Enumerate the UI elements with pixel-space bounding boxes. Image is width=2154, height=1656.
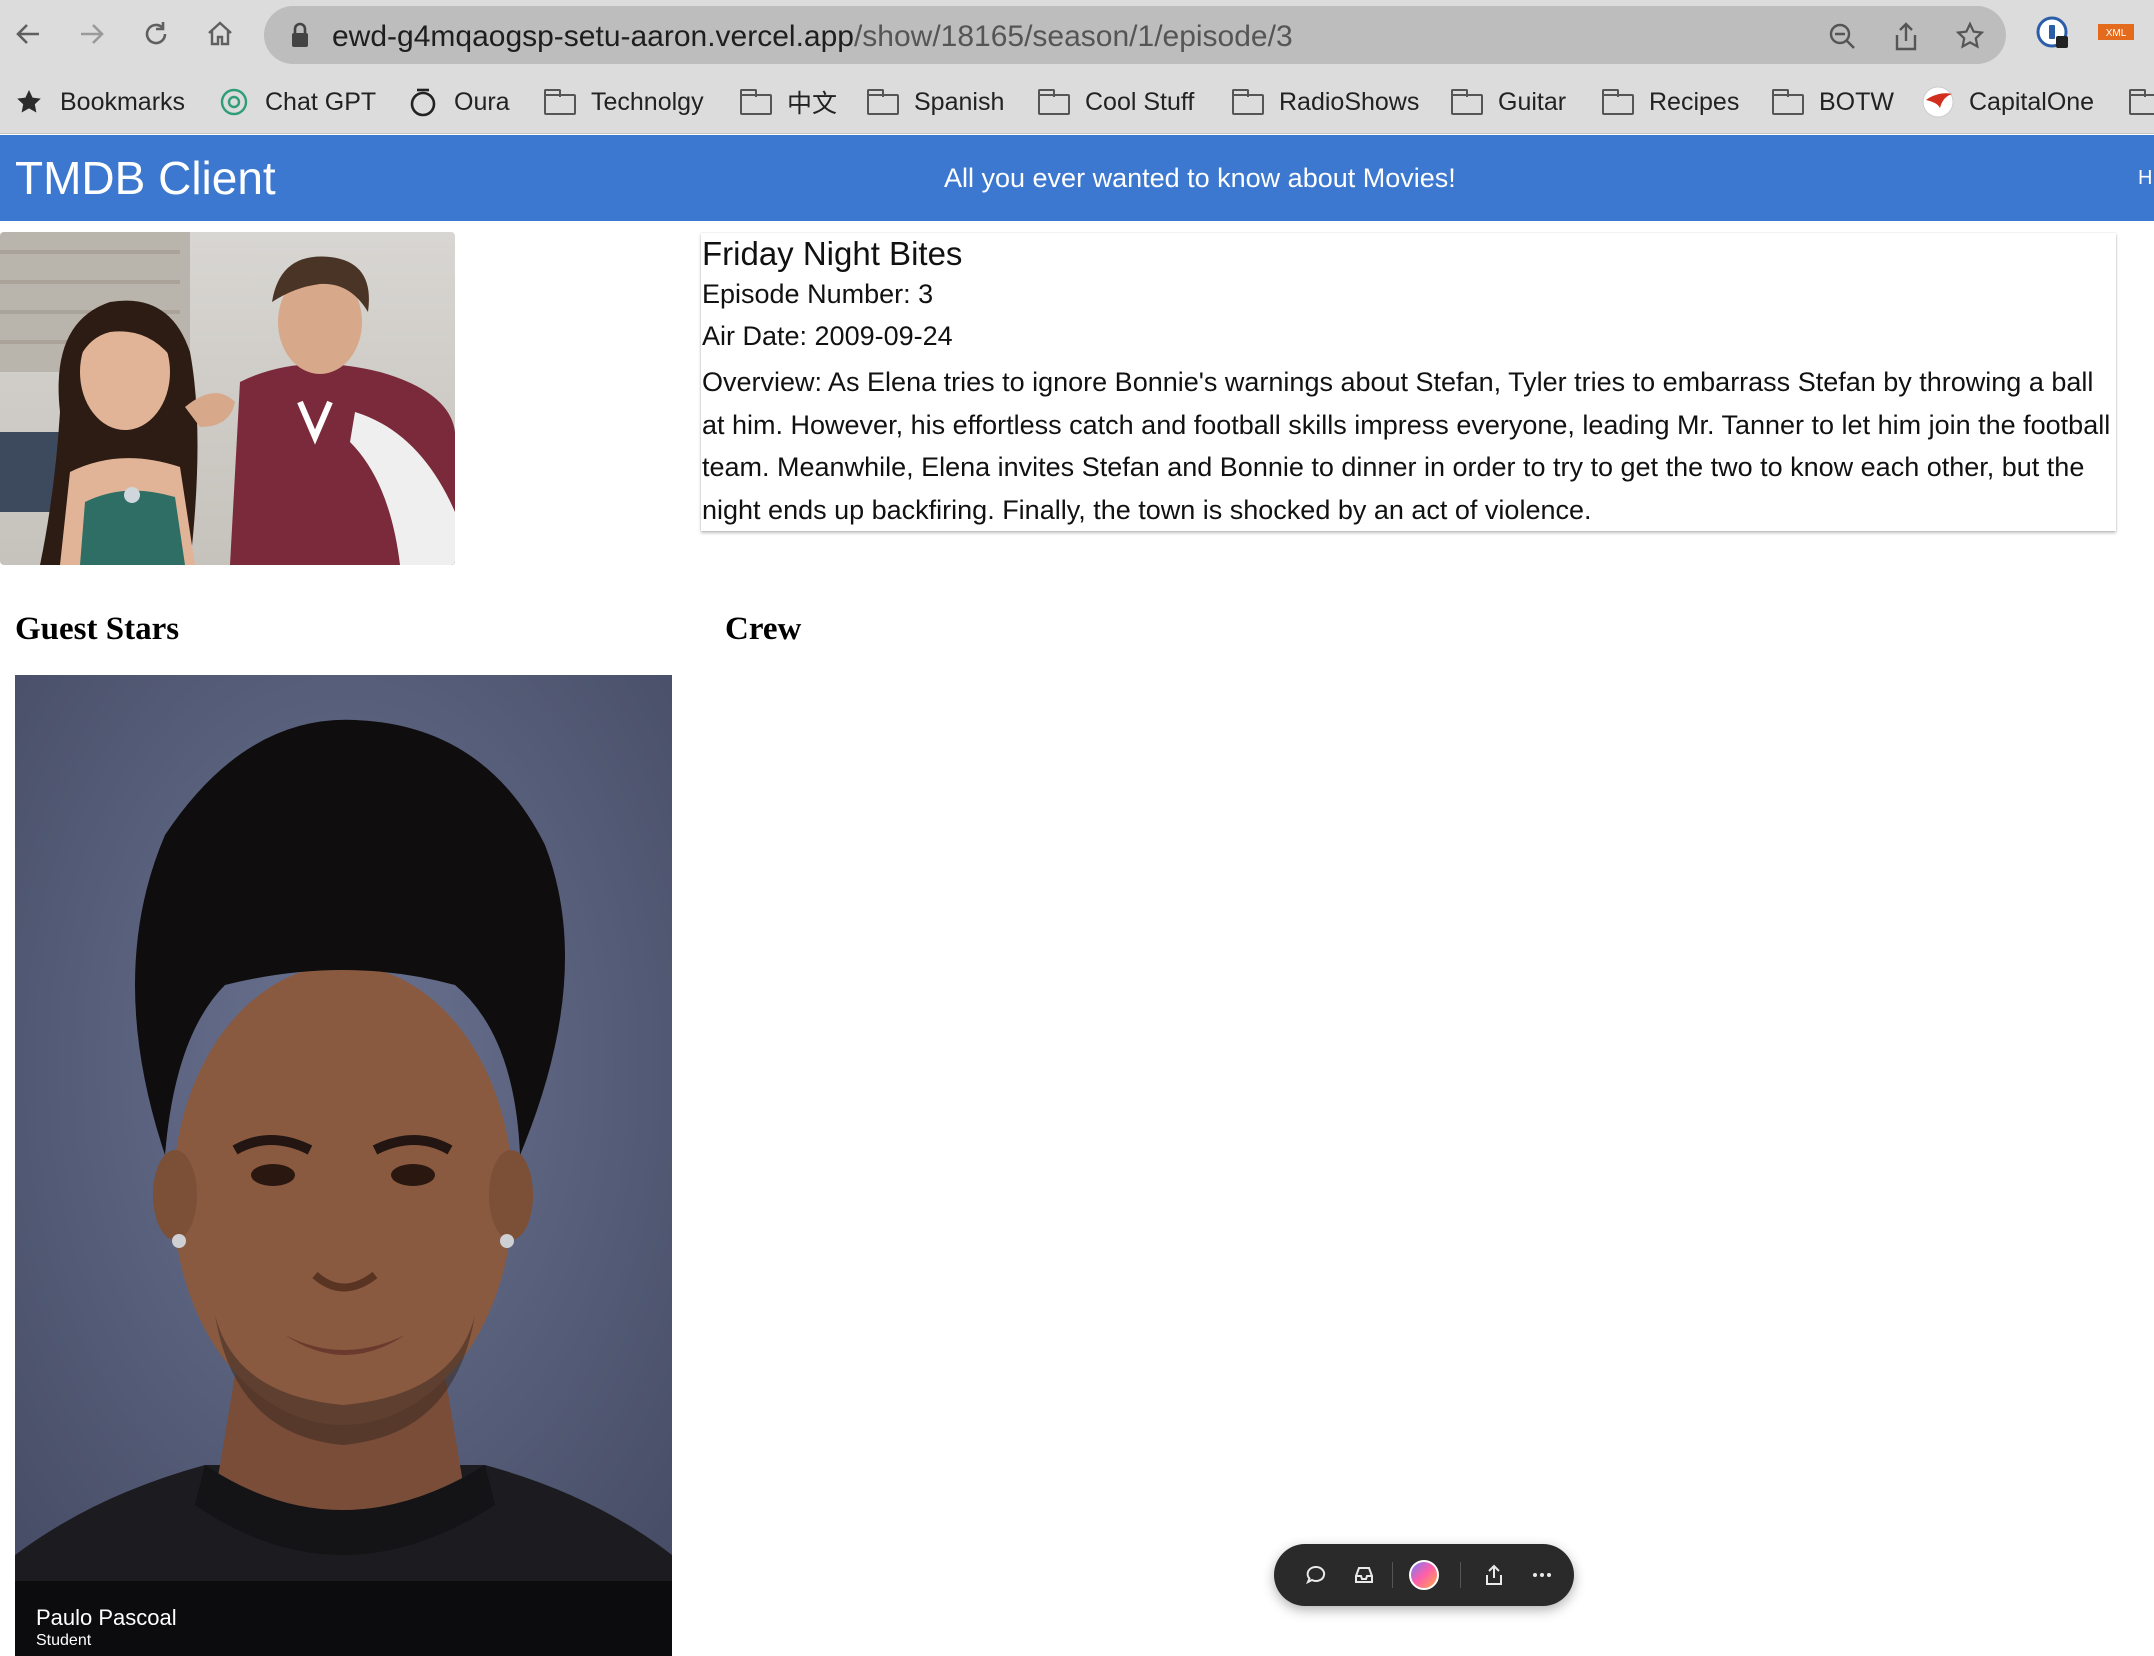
bookmark-folder-botw[interactable]: BOTW bbox=[1771, 82, 1894, 122]
folder-icon bbox=[1231, 87, 1265, 117]
back-arrow-icon[interactable] bbox=[8, 14, 48, 54]
share-upload-icon[interactable] bbox=[1476, 1557, 1512, 1593]
comment-icon[interactable] bbox=[1298, 1557, 1334, 1593]
bookmark-folder-cool-stuff[interactable]: Cool Stuff bbox=[1037, 82, 1194, 122]
folder-icon bbox=[2128, 87, 2154, 117]
floating-toolbar bbox=[1274, 1544, 1574, 1606]
crew-heading: Crew bbox=[725, 611, 802, 647]
app-tagline: All you ever wanted to know about Movies… bbox=[944, 163, 1456, 193]
svg-text:XML: XML bbox=[2106, 28, 2127, 39]
folder-icon bbox=[739, 87, 773, 117]
app-header: TMDB Client All you ever wanted to know … bbox=[0, 135, 2154, 221]
bookmark-label: CapitalOne bbox=[1969, 87, 2095, 116]
folder-icon bbox=[1601, 87, 1635, 117]
folder-icon bbox=[1037, 87, 1071, 117]
app-brand[interactable]: TMDB Client bbox=[15, 151, 276, 205]
folder-icon bbox=[543, 87, 577, 117]
bookmark-folder-overflow[interactable] bbox=[2128, 82, 2154, 122]
guest-star-name: Paulo Pascoal bbox=[36, 1605, 177, 1630]
guest-star-role: Student bbox=[36, 1632, 92, 1649]
reload-icon[interactable] bbox=[136, 14, 176, 54]
episode-air-date: Air Date: 2009-09-24 bbox=[702, 321, 953, 351]
bookmark-bookmarks[interactable]: Bookmarks bbox=[12, 82, 185, 122]
bookmark-folder-chinese[interactable]: 中文 bbox=[739, 82, 837, 122]
bookmark-folder-technolgy[interactable]: Technolgy bbox=[543, 82, 704, 122]
bookmarks-bar: Bookmarks Chat GPT Oura Technolgy 中文 Spa… bbox=[0, 70, 2154, 134]
bookmark-folder-recipes[interactable]: Recipes bbox=[1601, 82, 1739, 122]
inbox-icon[interactable] bbox=[1346, 1557, 1382, 1593]
header-nav-overflow[interactable]: H bbox=[2138, 167, 2152, 190]
oura-ring-icon bbox=[406, 87, 440, 117]
bookmark-label: RadioShows bbox=[1279, 87, 1420, 116]
bookmark-label: Cool Stuff bbox=[1085, 87, 1195, 116]
color-orb-icon[interactable] bbox=[1406, 1557, 1442, 1593]
episode-number: Episode Number: 3 bbox=[702, 279, 934, 309]
bookmark-label: Chat GPT bbox=[265, 87, 377, 116]
folder-icon bbox=[1450, 87, 1484, 117]
bookmark-oura[interactable]: Oura bbox=[406, 82, 510, 122]
guest-star-card[interactable]: Paulo Pascoal Student bbox=[15, 675, 672, 1656]
episode-still-image bbox=[0, 232, 455, 565]
bookmark-label: Technolgy bbox=[591, 87, 704, 116]
bookmark-folder-spanish[interactable]: Spanish bbox=[866, 82, 1004, 122]
lock-icon[interactable] bbox=[290, 22, 310, 48]
star-icon bbox=[12, 87, 46, 117]
address-bar[interactable]: ewd-g4mqaogsp-setu-aaron.vercel.app/show… bbox=[264, 6, 2006, 64]
browser-toolbar: ewd-g4mqaogsp-setu-aaron.vercel.app/show… bbox=[0, 0, 2154, 70]
password-manager-icon[interactable] bbox=[2036, 16, 2070, 55]
xml-extension-icon[interactable]: XML bbox=[2098, 22, 2134, 49]
forward-arrow-icon[interactable] bbox=[72, 14, 112, 54]
bookmark-label: Recipes bbox=[1649, 87, 1740, 116]
share-icon[interactable] bbox=[1890, 20, 1922, 52]
guest-star-photo bbox=[15, 675, 672, 1656]
more-options-icon[interactable] bbox=[1524, 1557, 1560, 1593]
bookmark-folder-guitar[interactable]: Guitar bbox=[1450, 82, 1566, 122]
toolbar-separator bbox=[1392, 1562, 1393, 1588]
episode-title: Friday Night Bites bbox=[702, 235, 963, 272]
bookmark-label: Bookmarks bbox=[60, 87, 186, 116]
folder-icon bbox=[866, 87, 900, 117]
bookmark-capitalone[interactable]: CapitalOne bbox=[1921, 82, 2094, 122]
bookmark-chat-gpt[interactable]: Chat GPT bbox=[217, 82, 376, 122]
zoom-icon[interactable] bbox=[1826, 20, 1858, 52]
bookmark-label: 中文 bbox=[787, 90, 838, 118]
episode-overview: Overview: As Elena tries to ignore Bonni… bbox=[702, 367, 2111, 525]
guest-star-caption: Paulo Pascoal Student bbox=[15, 1581, 672, 1656]
bookmark-label: Oura bbox=[454, 87, 510, 116]
bookmark-label: BOTW bbox=[1819, 87, 1894, 116]
toolbar-separator bbox=[1460, 1562, 1461, 1588]
guest-stars-heading: Guest Stars bbox=[15, 611, 180, 647]
folder-icon bbox=[1771, 87, 1805, 117]
capitalone-icon bbox=[1921, 86, 1955, 118]
bookmark-star-icon[interactable] bbox=[1954, 20, 1986, 52]
bookmark-label: Spanish bbox=[914, 87, 1005, 116]
url-text[interactable]: ewd-g4mqaogsp-setu-aaron.vercel.app/show… bbox=[332, 20, 1293, 54]
bookmark-folder-radioshows[interactable]: RadioShows bbox=[1231, 82, 1419, 122]
chatgpt-icon bbox=[217, 87, 251, 117]
bookmark-label: Guitar bbox=[1498, 87, 1567, 116]
home-icon[interactable] bbox=[200, 14, 240, 54]
episode-details-card: Friday Night Bites Episode Number: 3 Air… bbox=[701, 233, 2116, 531]
